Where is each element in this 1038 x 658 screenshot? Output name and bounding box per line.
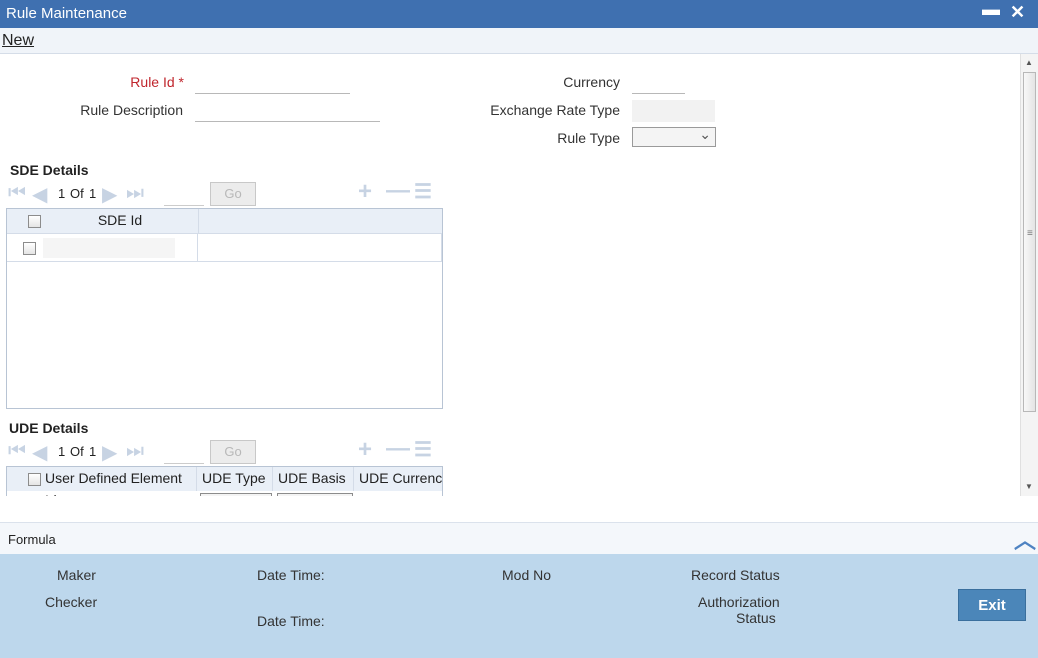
next-page-icon[interactable]: ▶ bbox=[102, 182, 117, 207]
delete-row-icon[interactable]: — bbox=[386, 177, 410, 205]
rule-id-input[interactable] bbox=[195, 72, 350, 94]
last-page-icon[interactable]: ⏭ bbox=[126, 182, 144, 205]
rule-type-select[interactable]: ⌄ bbox=[632, 126, 716, 147]
formula-label: Formula bbox=[8, 532, 56, 547]
sde-id-cell-input[interactable] bbox=[43, 238, 175, 258]
go-button[interactable]: Go bbox=[210, 440, 256, 464]
select-all-checkbox[interactable] bbox=[28, 215, 41, 228]
sde-pager: ⏮ ◀ 1 Of 1 ▶ ⏭ Go + — ☰ bbox=[6, 177, 446, 208]
ude-type-cell-select[interactable] bbox=[200, 493, 272, 496]
sde-id-column-header: SDE Id bbox=[42, 209, 199, 233]
grip-icon: ≡ bbox=[1027, 228, 1033, 239]
ude-type-column-header: UDE Type bbox=[197, 467, 273, 491]
checker-date-time-label: Date Time: bbox=[257, 613, 325, 629]
page-current: 1 bbox=[58, 444, 66, 459]
page-of: Of bbox=[70, 444, 84, 459]
rule-id-label: Rule Id * bbox=[130, 74, 184, 90]
ude-details-title: UDE Details bbox=[9, 420, 89, 436]
single-view-icon[interactable]: ☰ bbox=[414, 179, 432, 204]
ude-currency-column-header: UDE Currency bbox=[359, 470, 442, 486]
select-all-checkbox[interactable] bbox=[28, 473, 41, 486]
ude-grid-header: User Defined Element Id UDE Type UDE Bas… bbox=[7, 467, 442, 496]
minimize-icon[interactable]: ▬ bbox=[982, 0, 1000, 20]
page-current: 1 bbox=[58, 186, 66, 201]
column-divider bbox=[441, 234, 442, 262]
rule-description-input[interactable] bbox=[195, 100, 380, 122]
currency-label: Currency bbox=[563, 74, 620, 90]
last-page-icon[interactable]: ⏭ bbox=[126, 440, 144, 463]
table-row bbox=[7, 233, 442, 262]
vertical-scrollbar[interactable]: ▲ ≡ ▼ bbox=[1020, 54, 1038, 496]
close-icon[interactable]: ✕ bbox=[1010, 2, 1025, 23]
chevron-up-icon[interactable]: ︿ bbox=[1014, 523, 1036, 555]
authorization-label: Authorization bbox=[698, 594, 780, 610]
rule-type-label: Rule Type bbox=[557, 130, 620, 146]
authorization-status-label: Status bbox=[736, 610, 776, 626]
page-number-input[interactable] bbox=[164, 186, 204, 206]
page-number-input[interactable] bbox=[164, 444, 204, 464]
ude-pager: ⏮ ◀ 1 Of 1 ▶ ⏭ Go + — ☰ bbox=[6, 435, 446, 466]
previous-page-icon[interactable]: ◀ bbox=[32, 440, 47, 465]
single-view-icon[interactable]: ☰ bbox=[414, 437, 432, 462]
user-defined-element-id-column-header: User Defined Element Id bbox=[44, 467, 197, 496]
window-title: Rule Maintenance bbox=[6, 5, 127, 22]
ude-grid: User Defined Element Id UDE Type UDE Bas… bbox=[6, 466, 443, 496]
rule-description-label: Rule Description bbox=[80, 102, 183, 118]
column-divider bbox=[197, 234, 198, 262]
previous-page-icon[interactable]: ◀ bbox=[32, 182, 47, 207]
mod-no-label: Mod No bbox=[502, 567, 552, 583]
sde-grid: SDE Id bbox=[6, 208, 443, 409]
checker-label: Checker bbox=[45, 594, 98, 610]
required-marker: * bbox=[178, 74, 184, 90]
new-link[interactable]: New bbox=[2, 32, 34, 50]
exchange-rate-type-input[interactable] bbox=[632, 100, 715, 122]
formula-bar[interactable]: Formula ︿ bbox=[0, 522, 1038, 554]
page-of: Of bbox=[70, 186, 84, 201]
first-page-icon[interactable]: ⏮ bbox=[8, 440, 26, 463]
next-page-icon[interactable]: ▶ bbox=[102, 440, 117, 465]
audit-panel: Maker Checker Date Time: Date Time: Mod … bbox=[0, 554, 1038, 658]
record-status-label: Record Status bbox=[691, 567, 780, 583]
add-row-icon[interactable]: + bbox=[358, 178, 372, 206]
currency-input[interactable] bbox=[632, 72, 685, 94]
add-row-icon[interactable]: + bbox=[358, 436, 372, 464]
ude-basis-cell-select[interactable] bbox=[277, 493, 353, 496]
ude-basis-column-header: UDE Basis bbox=[273, 467, 354, 491]
first-page-icon[interactable]: ⏮ bbox=[8, 182, 26, 205]
scrollbar-thumb[interactable]: ≡ bbox=[1023, 72, 1036, 412]
chevron-down-icon: ⌄ bbox=[699, 126, 711, 142]
maker-date-time-label: Date Time: bbox=[257, 567, 325, 583]
title-bar: Rule Maintenance ▬ ✕ bbox=[0, 0, 1038, 28]
row-checkbox[interactable] bbox=[23, 242, 36, 255]
page-total: 1 bbox=[89, 186, 97, 201]
scroll-up-icon[interactable]: ▲ bbox=[1025, 58, 1033, 67]
exchange-rate-type-label: Exchange Rate Type bbox=[490, 102, 620, 118]
page-total: 1 bbox=[89, 444, 97, 459]
delete-row-icon[interactable]: — bbox=[386, 435, 410, 463]
sde-details-title: SDE Details bbox=[10, 162, 89, 178]
maker-label: Maker bbox=[57, 567, 96, 583]
sde-grid-header: SDE Id bbox=[7, 209, 442, 233]
main-content: Rule Id * Rule Description Currency Exch… bbox=[0, 54, 1020, 496]
menu-bar: New bbox=[0, 28, 1038, 54]
exit-button[interactable]: Exit bbox=[958, 589, 1026, 621]
scroll-down-icon[interactable]: ▼ bbox=[1025, 482, 1033, 491]
go-button[interactable]: Go bbox=[210, 182, 256, 206]
